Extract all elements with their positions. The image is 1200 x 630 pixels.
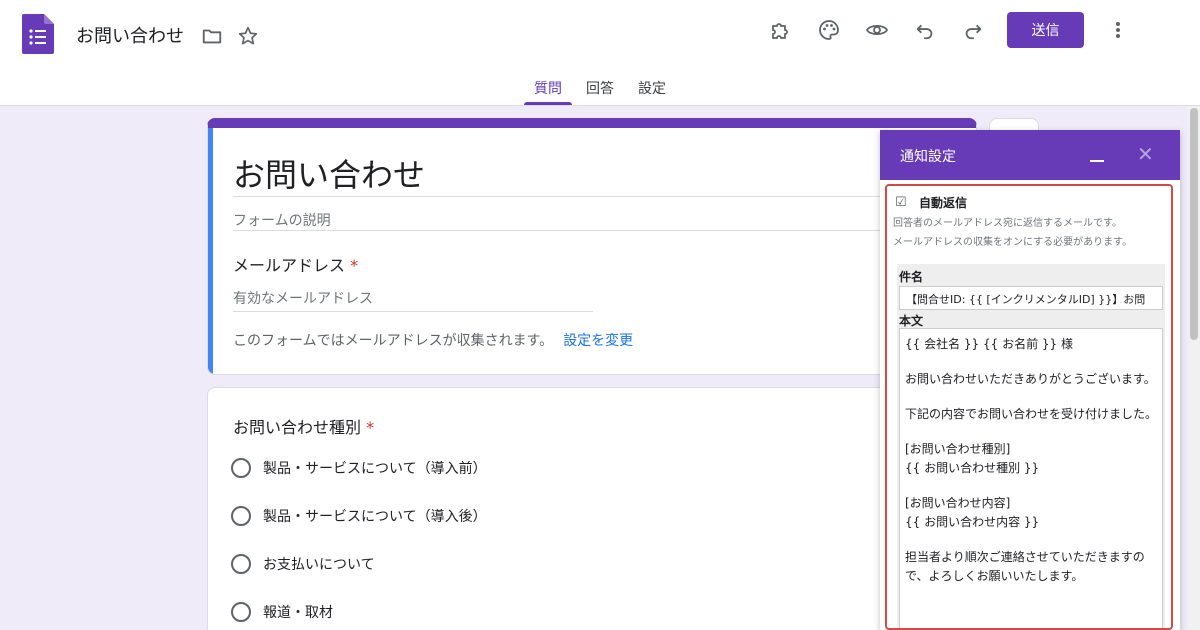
body-paragraph: 下記の内容でお問い合わせを受け付けました。 (905, 407, 1158, 421)
star-icon[interactable] (235, 23, 261, 49)
body-paragraph: 担当者より順次ご連絡させていただきますので、よろしくお願いいたします。 (905, 550, 1145, 583)
required-mark: * (350, 256, 359, 275)
email-label-text: メールアドレス (233, 256, 346, 275)
question-title-text: お問い合わせ種別 (233, 418, 362, 437)
minimize-icon[interactable] (1090, 144, 1106, 164)
email-collection-note: このフォームではメールアドレスが収集されます。 設定を変更 (233, 330, 633, 350)
divider (233, 230, 933, 231)
auto-reply-toggle[interactable]: ☑ 自動返信 (895, 194, 967, 211)
checkbox-checked-icon[interactable]: ☑ (895, 195, 909, 210)
panel-title: 通知設定 (900, 149, 956, 165)
radio-button[interactable] (231, 458, 251, 478)
email-question-label: メールアドレス * (233, 252, 358, 276)
subject-input[interactable]: 【問合せID: {{ [インクリメンタルID] }}】お問 (899, 286, 1163, 310)
radio-button[interactable] (231, 554, 251, 574)
document-title[interactable]: お問い合わせ (76, 22, 184, 48)
tab-responses[interactable]: 回答 (586, 78, 614, 98)
body-paragraph: お問い合わせいただきありがとうございます。 (905, 372, 1156, 386)
required-mark: * (366, 418, 375, 437)
notification-settings-panel: 通知設定 ✕ ☑ 自動返信 回答者のメールアドレス宛に返信するメールです。 メー… (880, 130, 1180, 630)
active-tab-indicator (524, 102, 572, 105)
collect-note-text: このフォームではメールアドレスが収集されます。 (233, 333, 554, 349)
email-input[interactable]: 有効なメールアドレス (233, 288, 593, 312)
close-icon[interactable]: ✕ (1137, 142, 1154, 166)
form-header-card[interactable]: お問い合わせ フォームの説明 メールアドレス * 有効なメールアドレス このフォ… (207, 118, 977, 375)
undo-icon[interactable] (912, 17, 938, 43)
addon-icon[interactable] (768, 17, 794, 43)
body-label: 本文 (899, 314, 924, 328)
panel-header: 通知設定 ✕ (880, 130, 1180, 180)
body-textarea[interactable]: {{ 会社名 }} {{ お名前 }} 様 お問い合わせいただきありがとうござい… (899, 328, 1163, 628)
question-title: お問い合わせ種別 * (233, 414, 374, 438)
preview-eye-icon[interactable] (864, 17, 890, 43)
palette-icon[interactable] (816, 17, 842, 43)
body-paragraph: {{ 会社名 }} {{ お名前 }} 様 (905, 337, 1073, 351)
radio-option[interactable]: 製品・サービスについて（導入前） (231, 458, 487, 478)
body-paragraph: [お問い合わせ種別] {{ お問い合わせ種別 }} (905, 442, 1040, 475)
divider (233, 196, 933, 197)
radio-button[interactable] (231, 506, 251, 526)
card-focus-accent (208, 128, 213, 374)
tab-questions[interactable]: 質問 (534, 78, 562, 98)
auto-reply-label: 自動返信 (919, 196, 968, 210)
folder-icon[interactable] (199, 23, 225, 49)
radio-button[interactable] (231, 602, 251, 622)
radio-option[interactable]: 報道・取材 (231, 602, 333, 622)
subject-label: 件名 (899, 270, 924, 284)
option-label: 製品・サービスについて（導入前） (263, 461, 487, 477)
form-title[interactable]: お問い合わせ (233, 150, 425, 196)
tab-bar: 質問 回答 設定 (0, 74, 1200, 106)
radio-option[interactable]: お支払いについて (231, 554, 375, 574)
form-description-field[interactable]: フォームの説明 (233, 210, 331, 230)
question-card[interactable]: お問い合わせ種別 * 製品・サービスについて（導入前） 製品・サービスについて（… (207, 387, 977, 630)
body-paragraph: [お問い合わせ内容] {{ お問い合わせ内容 }} (905, 496, 1040, 529)
option-label: 製品・サービスについて（導入後） (263, 509, 487, 525)
auto-reply-hint: 回答者のメールアドレス宛に返信するメールです。 (893, 218, 1122, 229)
option-label: お支払いについて (263, 557, 375, 573)
auto-reply-hint: メールアドレスの収集をオンにする必要があります。 (893, 237, 1133, 248)
scrollbar-thumb[interactable] (1190, 108, 1198, 340)
more-vert-icon[interactable] (1105, 17, 1131, 43)
mail-template-fields: 件名 【問合せID: {{ [インクリメンタルID] }}】お問 本文 {{ 会… (897, 264, 1165, 628)
send-button[interactable]: 送信 (1007, 12, 1084, 48)
auto-reply-section: ☑ 自動返信 回答者のメールアドレス宛に返信するメールです。 メールアドレスの収… (885, 184, 1173, 630)
radio-option[interactable]: 製品・サービスについて（導入後） (231, 506, 487, 526)
option-label: 報道・取材 (263, 605, 333, 621)
top-bar: お問い合わせ 送信 質問 回答 設定 (0, 0, 1200, 106)
redo-icon[interactable] (960, 17, 986, 43)
change-settings-link[interactable]: 設定を変更 (563, 333, 633, 349)
tab-settings[interactable]: 設定 (638, 78, 666, 98)
forms-logo-icon[interactable] (22, 14, 54, 54)
